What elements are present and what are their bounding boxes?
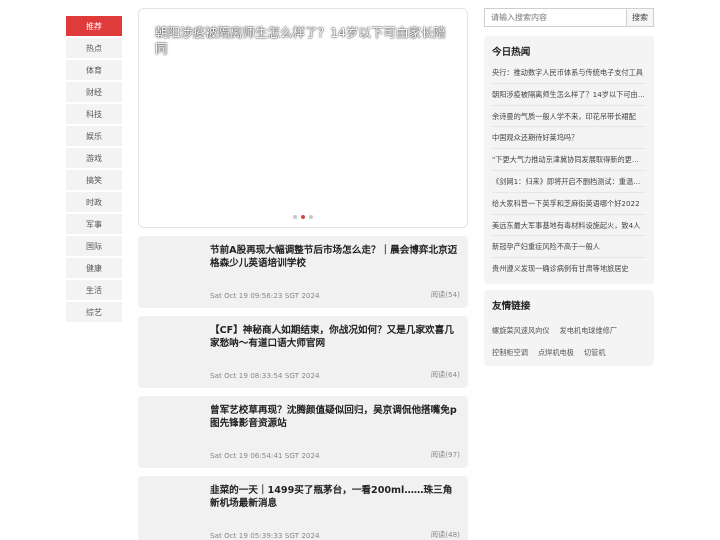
category-item-politics[interactable]: 时政 (66, 192, 122, 212)
category-item-entertainment[interactable]: 娱乐 (66, 126, 122, 146)
friend-links-list: 螺旋菜风速风向仪 发电机电球维修厂 控制柜空调 点焊机电极 切管机 (484, 316, 654, 364)
article-read-count: 阅读(48) (430, 530, 460, 539)
friend-link[interactable]: 点焊机电极 (538, 342, 574, 364)
search-button[interactable]: 搜索 (626, 8, 654, 27)
category-item-funny[interactable]: 搞笑 (66, 170, 122, 190)
friend-links-panel: 友情链接 螺旋菜风速风向仪 发电机电球维修厂 控制柜空调 点焊机电极 切管机 (484, 290, 654, 366)
category-item-games[interactable]: 游戏 (66, 148, 122, 168)
category-item-sports[interactable]: 体育 (66, 60, 122, 80)
hot-news-item[interactable]: 给大家科普一下英孚和芝麻街英语哪个好2022 (492, 193, 646, 215)
article-date: Sat Oct 19 08:33:54 SGT 2024 (210, 371, 320, 380)
category-item-hot[interactable]: 热点 (66, 38, 122, 58)
friend-link[interactable]: 发电机电球维修厂 (560, 320, 618, 342)
carousel-dot-active[interactable] (301, 215, 305, 219)
article-card[interactable]: 【CF】神秘商人如期结束，你战况如何？又是几家欢喜几家愁呐～有道口语大师官网 S… (138, 316, 468, 388)
friend-link[interactable]: 控制柜空调 (492, 342, 528, 364)
hot-news-item[interactable]: 《剑网1：归来》即将开启不删档测试：重温经典 (492, 171, 646, 193)
category-nav: 推荐 热点 体育 财经 科技 娱乐 游戏 搞笑 时政 军事 国际 健康 生活 综… (66, 16, 122, 324)
hot-news-item[interactable]: 余诗曼的气质一般人学不来，印花吊带长裙配 (492, 106, 646, 128)
article-read-count: 阅读(54) (430, 290, 460, 299)
hot-news-item[interactable]: "下更大气力推动京津冀协同发展取得新的更大进展 (492, 149, 646, 171)
carousel-title[interactable]: 朝阳涉疫被隔离师生怎么样了？14岁以下可由家长陪同 (155, 25, 455, 57)
category-item-tech[interactable]: 科技 (66, 104, 122, 124)
hot-news-item[interactable]: 中国观众还期待好莱坞吗？ (492, 127, 646, 150)
friend-links-title: 友情链接 (492, 301, 531, 312)
carousel-dot[interactable] (309, 215, 313, 219)
carousel-dot[interactable] (293, 215, 297, 219)
article-card[interactable]: 曾军艺校草再现？沈腾颜值疑似回归，吴京调侃他搭嘴免p图先锋影音资源站 Sat O… (138, 396, 468, 468)
article-card[interactable]: 韭菜的一天｜1499买了瓶茅台，一看200ml……珠三角新机场最新消息 Sat … (138, 476, 468, 540)
category-item-variety[interactable]: 综艺 (66, 302, 122, 322)
friend-link[interactable]: 切管机 (584, 342, 606, 364)
category-item-international[interactable]: 国际 (66, 236, 122, 256)
article-date: Sat Oct 19 09:56:23 SGT 2024 (210, 291, 320, 300)
hot-news-item[interactable]: 新冠孕产妇重症风险不高于一般人 (492, 236, 646, 259)
article-date: Sat Oct 19 05:39:33 SGT 2024 (210, 531, 320, 540)
article-title[interactable]: 韭菜的一天｜1499买了瓶茅台，一看200ml……珠三角新机场最新消息 (210, 484, 458, 510)
carousel-dots (139, 215, 467, 219)
article-read-count: 阅读(64) (430, 370, 460, 379)
hot-news-item[interactable]: 美远东最大军事基地有毒材料设施起火，致4人 (492, 215, 646, 237)
article-title[interactable]: 节前A股再现大幅调整节后市场怎么走？｜晨会博弈北京迈格森少儿英语培训学校 (210, 244, 458, 270)
friend-link[interactable]: 螺旋菜风速风向仪 (492, 320, 550, 342)
hot-news-item[interactable]: 贵州遵义发现一确诊病例有甘肃等地旅居史 (492, 258, 646, 280)
category-item-life[interactable]: 生活 (66, 280, 122, 300)
search-input[interactable] (484, 8, 626, 27)
hot-news-title: 今日热闻 (492, 47, 531, 58)
article-title[interactable]: 曾军艺校草再现？沈腾颜值疑似回归，吴京调侃他搭嘴免p图先锋影音资源站 (210, 404, 458, 430)
hot-news-item[interactable]: 央行：推动数字人民币体系与传统电子支付工具 (492, 62, 646, 84)
article-card[interactable]: 节前A股再现大幅调整节后市场怎么走？｜晨会博弈北京迈格森少儿英语培训学校 Sat… (138, 236, 468, 308)
article-title[interactable]: 【CF】神秘商人如期结束，你战况如何？又是几家欢喜几家愁呐～有道口语大师官网 (210, 324, 458, 350)
category-item-finance[interactable]: 财经 (66, 82, 122, 102)
category-item-health[interactable]: 健康 (66, 258, 122, 278)
hot-news-item[interactable]: 朝阳涉疫被隔离师生怎么样了？14岁以下可由家长陪同 (492, 84, 646, 106)
article-read-count: 阅读(97) (430, 450, 460, 459)
article-date: Sat Oct 19 06:54:41 SGT 2024 (210, 451, 320, 460)
news-carousel[interactable]: 朝阳涉疫被隔离师生怎么样了？14岁以下可由家长陪同 (138, 8, 468, 228)
category-item-recommend[interactable]: 推荐 (66, 16, 122, 36)
hot-news-panel: 今日热闻 央行：推动数字人民币体系与传统电子支付工具 朝阳涉疫被隔离师生怎么样了… (484, 36, 654, 284)
category-item-military[interactable]: 军事 (66, 214, 122, 234)
